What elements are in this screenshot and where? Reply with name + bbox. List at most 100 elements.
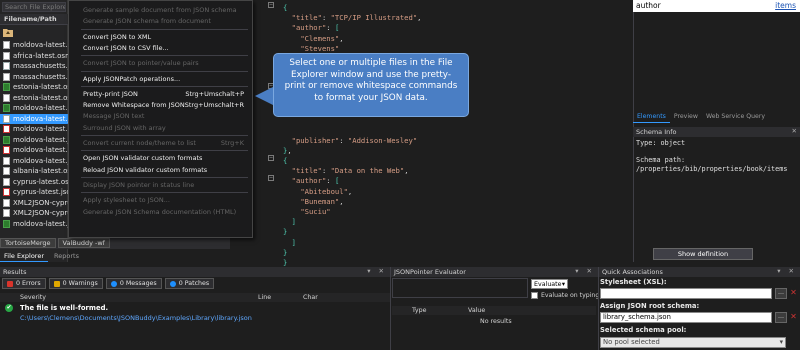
severity-column[interactable]: Severity [20,294,46,301]
file-row[interactable]: estonia-latest.osm [0,82,68,93]
panel-pin-close-icons[interactable]: ▾ ✕ [575,267,595,275]
file-name: massachusetts.osm [13,72,68,81]
file-explorer-search-input[interactable]: Search File Explorer [2,2,66,12]
browse-stylesheet-button[interactable]: … [775,288,787,299]
schema-pool-select[interactable]: No pool selected ▾ [600,337,786,348]
code-line: ] [291,237,296,247]
show-definition-button[interactable]: Show definition [653,248,753,260]
menu-item[interactable]: Convert JSON to CSV file... [83,43,246,53]
valbuddy-tab[interactable]: ValBuddy -wf [57,238,110,248]
result-file-path-link[interactable]: C:\Users\Clemens\Documents\JSONBuddy\Exa… [20,314,252,322]
code-line: "author": [ [291,176,340,186]
callout-pointer [255,86,275,106]
menu-item[interactable]: Open JSON validator custom formats [83,153,246,163]
file-row[interactable]: moldova-latest.json [0,156,68,167]
panel-pin-close-icons[interactable]: ▾ ✕ [777,267,797,275]
value-column[interactable]: Value [468,307,485,314]
menu-item-label: Generate JSON schema from document [83,17,211,26]
evaluate-mode-select[interactable]: Evaluate ▾ [531,279,568,289]
checkbox-box[interactable] [531,292,538,299]
right-panel-tabs: Elements Preview Web Service Query [633,113,800,123]
file-row[interactable]: XML2JSON-cyprus [0,198,68,209]
fold-toggle-icon[interactable]: − [268,2,274,8]
file-row[interactable]: massachusetts.osm [0,72,68,83]
file-row[interactable]: moldova-latest.osm [0,103,68,114]
menu-item: Display JSON pointer in status line [83,180,246,190]
xml-file-icon [3,104,10,113]
menu-item-shortcut: Strg+Umschalt+P [185,89,244,98]
close-icon[interactable]: ✕ [792,127,797,135]
line-column[interactable]: Line [258,294,271,301]
result-message[interactable]: The file is well-formed. [20,304,108,312]
file-row[interactable]: estonia-latest.osm [0,93,68,104]
messages-filter-button[interactable]: 0 Messages [105,278,162,289]
menu-separator [81,135,248,136]
errors-filter-button[interactable]: 0 Errors [2,278,46,289]
items-link[interactable]: items [775,1,796,10]
assign-schema-label: Assign JSON root schema: [600,302,700,310]
menu-item-label: Message JSON text [83,112,145,121]
menu-item[interactable]: Convert JSON to XML [83,32,246,42]
char-column[interactable]: Char [303,294,318,301]
schema-input[interactable]: library_schema.json [600,312,772,323]
panel-pin-close-icons[interactable]: ▾ ✕ [367,267,387,275]
file-row[interactable]: moldova-latest.json [0,113,68,124]
patches-filter-button[interactable]: 0 Patches [164,278,215,289]
success-check-icon: ✔ [5,304,13,312]
file-row[interactable]: moldova-latest.json [0,219,68,230]
osm-file-icon [3,72,10,81]
menu-separator [81,85,248,87]
fold-toggle-icon[interactable]: − [268,155,274,161]
node-name-field[interactable]: author items [633,0,800,12]
tab-preview[interactable]: Preview [670,113,702,123]
type-column[interactable]: Type [412,307,426,314]
schema-type: Type: object [636,139,686,147]
file-row[interactable]: africa-latest.osm [0,51,68,62]
fold-toggle-icon[interactable]: − [268,175,274,181]
osm-file-icon [3,209,10,218]
jsonpointer-results-header: Type Value [392,306,596,315]
file-row[interactable]: albania-latest.osm [0,166,68,177]
file-name: XML2JSON-cyprus [13,209,68,218]
menu-item-label: Convert current node/theme to list [83,139,196,147]
menu-item: Generate JSON Schema documentation (HTML… [83,207,246,217]
code-line: "Suciu" [300,207,331,216]
jsonpointer-expression-input[interactable] [392,278,528,298]
browse-schema-button[interactable]: … [775,312,787,323]
menu-item: Convert JSON to pointer/value pairs [83,58,246,68]
stylesheet-label: Stylesheet (XSL): [600,278,667,286]
menu-item-label: Generate sample document from JSON schem… [83,6,237,14]
menu-item[interactable]: Pretty-print JSON Strg+Umschalt+P [83,89,246,99]
remove-schema-icon[interactable]: ✕ [789,312,798,323]
quick-associations-title-bar: Quick Associations ▾ ✕ [599,267,800,277]
file-row[interactable]: cyprus-latest.json [0,187,68,198]
warnings-filter-button[interactable]: 0 Warnings [48,278,103,289]
jsonpointer-title-bar: JSONPointer Evaluator ▾ ✕ [391,267,598,277]
tortoisemerge-tab[interactable]: TortoiseMerge [0,238,56,248]
osm-file-icon [3,41,10,50]
menu-item-label: Pretty-print JSON [83,89,138,98]
menu-item-shortcut: Strg+Umschalt+R [184,101,244,110]
file-row[interactable]: moldova-latest.osm [0,124,68,135]
menu-item-shortcut: Strg+K [220,139,244,147]
menu-item[interactable]: Reload JSON validator custom formats [83,165,246,175]
file-row[interactable]: cyprus-latest.osm [0,177,68,188]
file-row[interactable]: moldova-latest.json [0,135,68,146]
file-row[interactable]: moldova-latest.osm [0,40,68,51]
patch-icon [169,280,176,287]
remove-stylesheet-icon[interactable]: ✕ [789,288,798,299]
file-row[interactable]: XML2JSON-cyprus [0,208,68,219]
stylesheet-input[interactable] [600,288,772,299]
tab-elements[interactable]: Elements [633,113,670,123]
menu-item[interactable]: Remove Whitespace from JSON Strg+Umschalt… [83,100,246,110]
filename-path-column-header[interactable]: Filename/Path [0,14,68,25]
file-row[interactable]: moldova-latest.osm [0,145,68,156]
tab-file-explorer[interactable]: File Explorer [0,251,49,262]
file-row[interactable]: massachusetts.json [0,61,68,72]
menu-item[interactable]: Apply JSONPatch operations... [83,74,246,84]
tab-web-service-query[interactable]: Web Service Query [702,113,769,123]
parent-folder-icon[interactable] [3,28,13,38]
evaluate-on-typing-checkbox[interactable]: Evaluate on typing [531,292,599,299]
menu-item-label: Apply JSONPatch operations... [83,74,181,83]
tab-reports[interactable]: Reports [50,251,83,262]
